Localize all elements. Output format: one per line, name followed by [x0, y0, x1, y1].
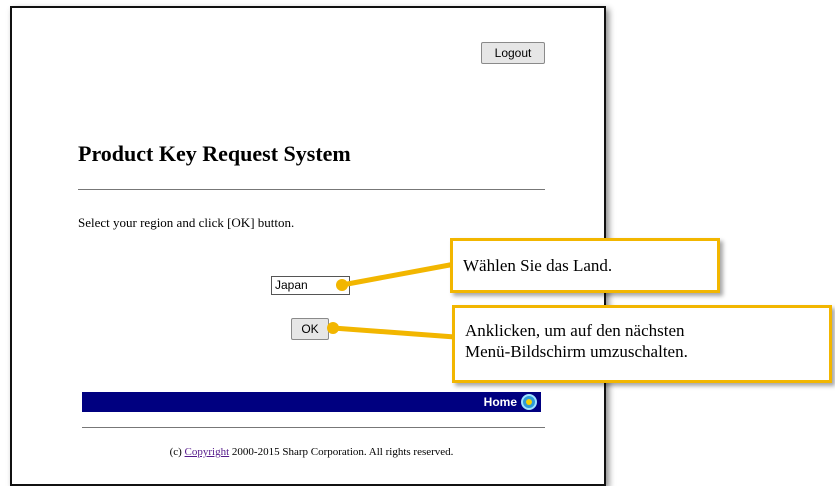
- page-title: Product Key Request System: [78, 141, 351, 166]
- ok-button[interactable]: OK: [291, 318, 329, 340]
- footer-prefix: (c): [169, 446, 185, 458]
- home-globe-icon[interactable]: [521, 394, 537, 410]
- callout-2-line1: Anklicken, um auf den nächsten: [465, 321, 685, 340]
- copyright-link[interactable]: Copyright: [185, 446, 230, 458]
- home-link[interactable]: Home: [484, 395, 517, 409]
- callout-select-country: Wählen Sie das Land.: [450, 238, 720, 293]
- callout-1-text: Wählen Sie das Land.: [463, 256, 613, 275]
- copyright-footer: (c) Copyright 2000-2015 Sharp Corporatio…: [82, 446, 541, 458]
- logout-button[interactable]: Logout: [481, 42, 545, 64]
- region-select[interactable]: Japan: [271, 276, 350, 295]
- instruction-text: Select your region and click [OK] button…: [78, 215, 295, 230]
- footer-divider: [82, 427, 545, 428]
- callout-2-line2: Menü-Bildschirm umzuschalten.: [465, 342, 688, 361]
- footer-suffix: 2000-2015 Sharp Corporation. All rights …: [229, 446, 454, 458]
- callout-ok-instruction: Anklicken, um auf den nächsten Menü-Bild…: [452, 305, 832, 383]
- title-divider: [78, 189, 545, 190]
- bottom-navbar: Home: [82, 392, 541, 412]
